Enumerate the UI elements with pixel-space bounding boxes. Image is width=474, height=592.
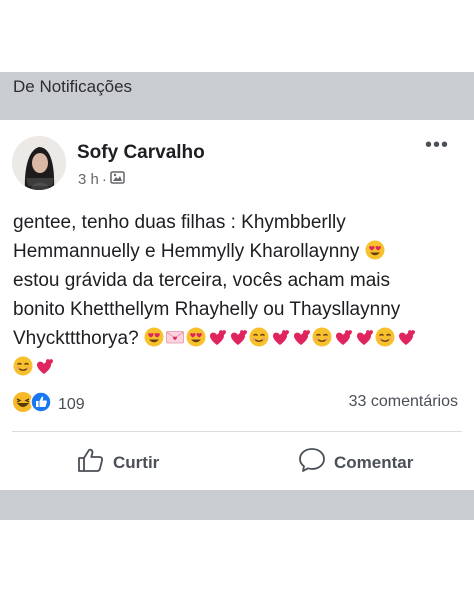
heart-emoji-icon: [291, 328, 312, 349]
heart-emoji-icon: [228, 328, 249, 349]
post-line-text: bonito Khetthellym Rhayhelly ou Thayslla…: [13, 299, 401, 320]
privacy-icon: [110, 170, 125, 189]
reaction-count: 109: [58, 395, 85, 413]
smiling-emoji-icon: [249, 327, 270, 349]
reactions-summary[interactable]: 109: [12, 391, 85, 418]
heart-eyes-emoji-icon: [365, 240, 386, 262]
heart-emoji-icon: [354, 328, 375, 349]
emoji-group: [13, 356, 55, 378]
meta-separator: ·: [101, 171, 107, 188]
comments-count[interactable]: 33 comentários: [349, 393, 458, 411]
post-line: gentee, tenho duas filhas : Khymbberlly: [13, 208, 463, 237]
post-time[interactable]: 3 h: [78, 171, 99, 188]
feed-separator-bar: [0, 490, 474, 520]
post-line: Hemmannuelly e Hemmylly Kharollaynny: [13, 237, 463, 266]
heart-emoji-icon: [207, 328, 228, 349]
smiling-emoji-icon: [13, 356, 34, 378]
header-title: De Notificações: [13, 77, 133, 96]
post-line: Vhyckttthorya?: [13, 324, 463, 353]
post-line-text: gentee, tenho duas filhas : Khymbberlly: [13, 212, 346, 233]
post-line: estou grávida da terceira, vocês acham m…: [13, 266, 463, 295]
post-meta: 3 h ·: [78, 170, 125, 189]
like-button[interactable]: Curtir: [77, 447, 159, 478]
post-text: gentee, tenho duas filhas : Khymbberlly …: [13, 208, 463, 382]
post-line: bonito Khetthellym Rhayhelly ou Thayslla…: [13, 295, 463, 324]
post-line: [13, 353, 463, 382]
divider: [12, 431, 462, 432]
thumbs-up-icon: [77, 447, 105, 478]
like-icon: [30, 391, 52, 418]
love-letter-emoji-icon: [165, 328, 186, 349]
author-name[interactable]: Sofy Carvalho: [77, 142, 205, 164]
heart-emoji-icon: [270, 328, 291, 349]
heart-eyes-emoji-icon: [186, 327, 207, 349]
like-label: Curtir: [113, 452, 160, 472]
post-line-text: Hemmannuelly e Hemmylly Kharollaynny: [13, 241, 360, 262]
comment-label: Comentar: [334, 452, 414, 472]
comment-bubble-icon: [298, 447, 326, 478]
heart-emoji-icon: [34, 357, 55, 378]
page-bottom-margin: [0, 520, 474, 592]
heart-eyes-emoji-icon: [144, 327, 165, 349]
heart-emoji-icon: [396, 328, 417, 349]
emoji-group: [365, 240, 386, 262]
emoji-group: [144, 327, 417, 349]
post-line-text: estou grávida da terceira, vocês acham m…: [13, 270, 391, 291]
more-options-icon[interactable]: •••: [423, 135, 451, 156]
page-top-margin: [0, 0, 474, 72]
post-line-text: Vhyckttthorya?: [13, 328, 139, 349]
comment-button[interactable]: Comentar: [298, 447, 413, 478]
heart-emoji-icon: [333, 328, 354, 349]
smiling-emoji-icon: [375, 327, 396, 349]
smiling-emoji-icon: [312, 327, 333, 349]
avatar[interactable]: [12, 136, 66, 190]
